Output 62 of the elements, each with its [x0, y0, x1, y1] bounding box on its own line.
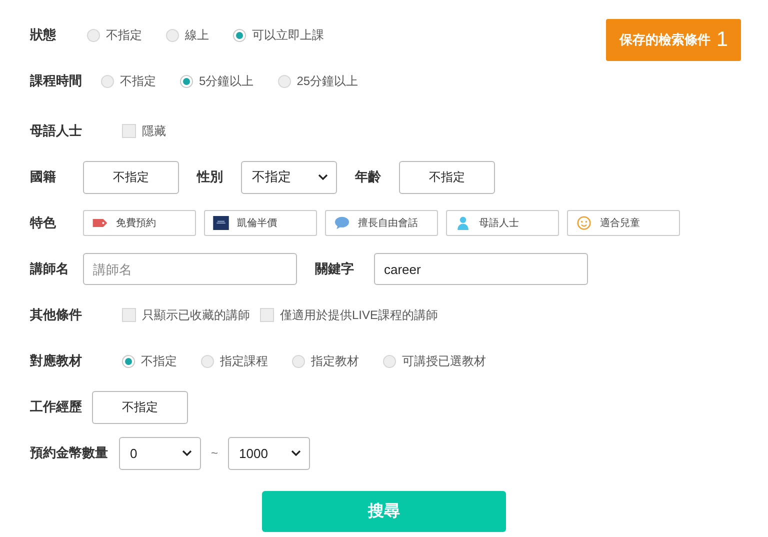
feature-chip[interactable]: 母語人士 [446, 210, 559, 236]
book-cover-icon [213, 216, 229, 230]
field-label: 特色 [30, 214, 57, 232]
radio-button[interactable] [278, 74, 291, 88]
radio-button[interactable] [122, 354, 135, 368]
speech-bubble-icon [334, 216, 350, 230]
checkbox[interactable] [122, 124, 136, 138]
picker-button[interactable]: 不指定 [399, 160, 495, 194]
field-label: 預約金幣數量 [30, 444, 109, 462]
radio-button[interactable] [233, 28, 246, 42]
radio-button[interactable] [166, 28, 179, 42]
radio-button[interactable] [180, 74, 193, 88]
option-label: 25分鐘以上 [296, 72, 358, 90]
field-label: 關鍵字 [315, 260, 354, 278]
chevron-down-icon [182, 450, 192, 456]
saved-count: 1 [716, 28, 728, 52]
feature-chip[interactable]: 擅長自由會話 [325, 210, 438, 236]
radio-button[interactable] [101, 74, 114, 88]
checkbox-label: 隱藏 [142, 122, 166, 140]
option-label: 不指定 [141, 352, 177, 370]
feature-chip[interactable]: 適合兒童 [567, 210, 680, 236]
field-label: 其他條件 [30, 306, 83, 324]
radio-button[interactable] [383, 354, 396, 368]
field-label: 對應教材 [30, 352, 83, 370]
field-label: 講師名 [30, 260, 70, 278]
picker-button[interactable]: 不指定 [92, 390, 188, 424]
feature-chip[interactable]: 免費預約 [83, 210, 196, 236]
option-label: 線上 [185, 26, 209, 44]
chevron-down-icon [318, 174, 328, 180]
checkbox[interactable] [122, 308, 136, 322]
checkbox[interactable] [260, 308, 274, 322]
radio-button[interactable] [201, 354, 214, 368]
select-dropdown[interactable]: 不指定 [241, 160, 337, 194]
picker-button[interactable]: 不指定 [83, 160, 179, 194]
smiley-icon [576, 216, 592, 230]
field-label: 狀態 [30, 26, 57, 44]
option-label: 不指定 [106, 26, 142, 44]
person-icon [455, 216, 471, 230]
select-dropdown[interactable]: 1000 [228, 436, 310, 470]
checkbox-label: 只顯示已收藏的講師 [142, 306, 250, 324]
option-label: 不指定 [120, 72, 156, 90]
keyword-field[interactable]: career [374, 253, 588, 285]
radio-button[interactable] [87, 28, 100, 42]
option-label: 可講授已選教材 [402, 352, 486, 370]
option-label: 指定教材 [311, 352, 359, 370]
option-label: 可以立即上課 [252, 26, 324, 44]
feature-chip[interactable]: 凱倫半價 [204, 210, 317, 236]
option-label: 5分鐘以上 [199, 72, 254, 90]
field-label: 母語人士 [30, 122, 83, 140]
radio-button[interactable] [292, 354, 305, 368]
field-label: 工作經歷 [30, 398, 83, 416]
field-label: 國籍 [30, 168, 57, 186]
field-label: 課程時間 [30, 72, 83, 90]
checkbox-label: 僅適用於提供LIVE課程的講師 [280, 306, 438, 324]
option-label: 指定課程 [220, 352, 268, 370]
range-separator: ~ [211, 446, 218, 460]
field-label: 年齡 [355, 168, 381, 186]
field-label: 性別 [197, 168, 223, 186]
teacher-name-field[interactable]: 講師名 [83, 253, 297, 285]
tag-icon [92, 216, 108, 230]
select-dropdown[interactable]: 0 [119, 436, 201, 470]
chevron-down-icon [291, 450, 302, 456]
